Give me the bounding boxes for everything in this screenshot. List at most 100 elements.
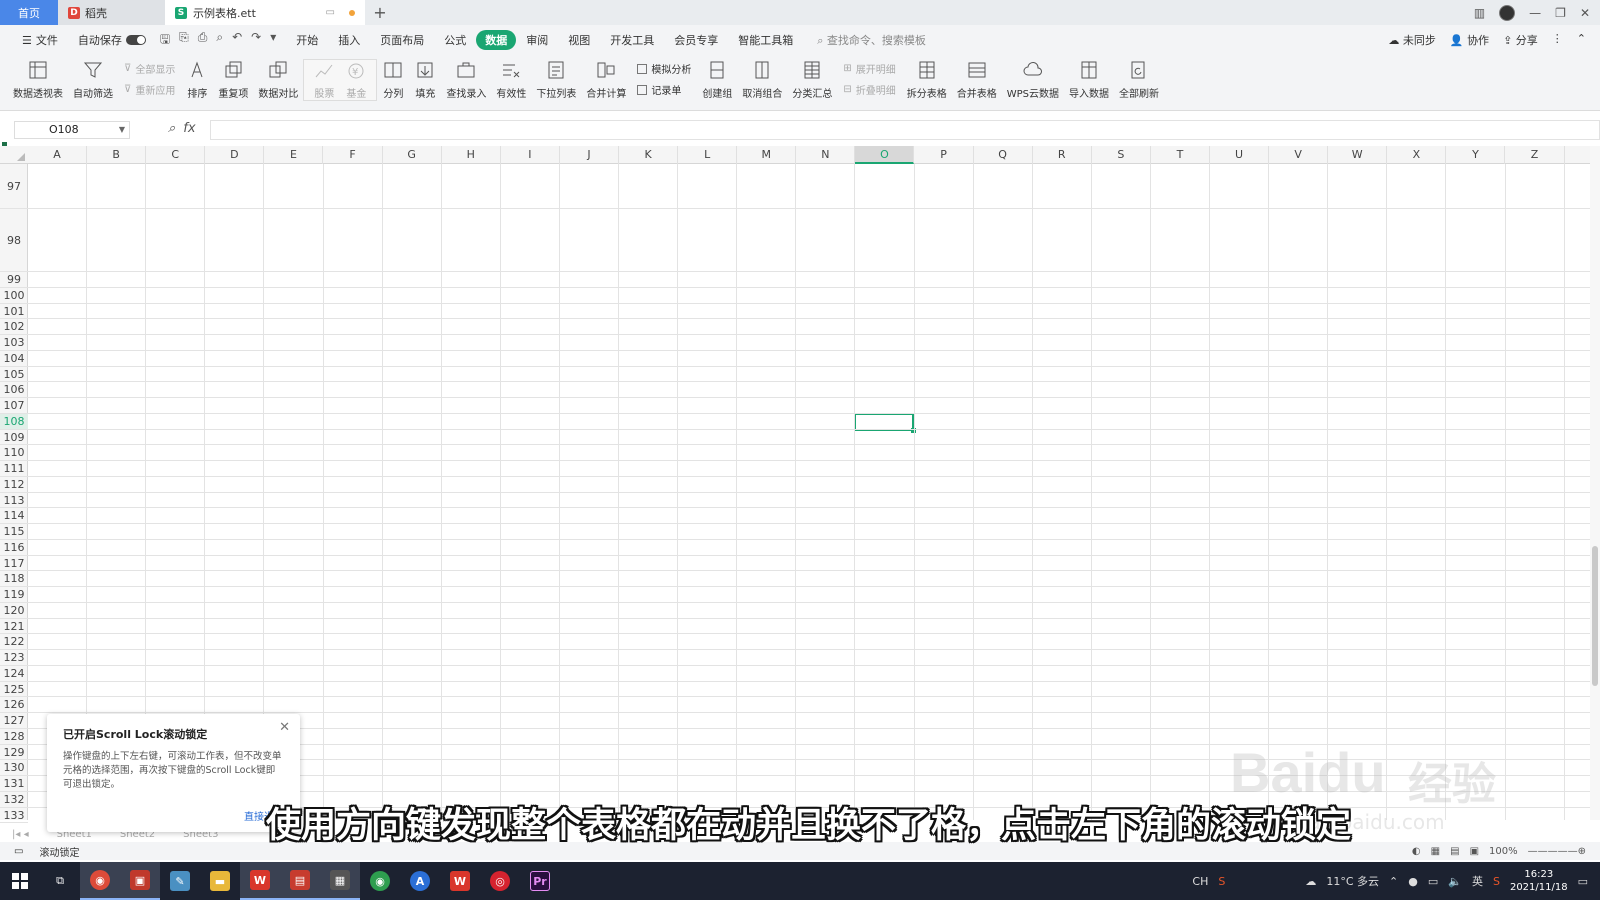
network-icon[interactable]: ▭ [1428, 875, 1438, 888]
close-icon[interactable]: ✕ [1580, 6, 1590, 20]
menu-start[interactable]: 开始 [286, 32, 328, 48]
sync-button[interactable]: ☁ 未同步 [1388, 32, 1436, 48]
expand-detail-button[interactable]: ⊞ 展开明细 [843, 61, 895, 76]
preview-icon[interactable]: ⌕ [216, 30, 223, 51]
row-header-132[interactable]: 132 [0, 792, 28, 808]
export-icon[interactable]: ⎘ [179, 30, 189, 51]
weather-text[interactable]: 11°C 多云 [1326, 873, 1379, 889]
share-button[interactable]: ⇪ 分享 [1503, 32, 1538, 48]
chevron-down-icon[interactable]: ▾ [270, 30, 276, 51]
row-header-98[interactable]: 98 [0, 209, 28, 272]
save-icon[interactable]: 🖫 [160, 30, 170, 51]
volume-icon[interactable]: 🔈 [1448, 875, 1462, 888]
fill-button[interactable]: 填充 [409, 59, 441, 100]
row-header-115[interactable]: 115 [0, 524, 28, 540]
row-header-103[interactable]: 103 [0, 335, 28, 351]
row-header-123[interactable]: 123 [0, 650, 28, 666]
duplicates-button[interactable]: 重复项 [213, 59, 253, 100]
row-header-133[interactable]: 133 [0, 808, 28, 824]
row-header-122[interactable]: 122 [0, 634, 28, 650]
redo-icon[interactable]: ↷ [251, 30, 261, 51]
lang-indicator[interactable]: CH [1192, 875, 1208, 888]
column-header-v[interactable]: V [1269, 146, 1329, 164]
row-header-125[interactable]: 125 [0, 682, 28, 698]
monitor-icon[interactable]: ▭ [326, 7, 335, 18]
column-header-i[interactable]: I [501, 146, 560, 164]
row-header-113[interactable]: 113 [0, 493, 28, 509]
taskbar-explorer[interactable]: ▬ [200, 862, 240, 900]
collapse-ribbon-icon[interactable]: ⌃ [1577, 32, 1586, 48]
autosave-toggle[interactable]: 自动保存 [68, 32, 156, 48]
page-break-icon[interactable]: ▣ [1470, 846, 1479, 857]
tray-app-icon[interactable]: ● [1408, 875, 1418, 888]
pivot-table-button[interactable]: 数据透视表 [8, 59, 68, 100]
row-header-129[interactable]: 129 [0, 745, 28, 761]
row-header-128[interactable]: 128 [0, 729, 28, 745]
print-icon[interactable]: ⎙ [198, 30, 208, 51]
close-icon[interactable]: ✕ [279, 720, 290, 735]
restore-icon[interactable]: ❐ [1555, 6, 1566, 20]
column-header-j[interactable]: J [560, 146, 619, 164]
taskbar-premiere[interactable]: Pr [520, 862, 560, 900]
taskbar-chrome[interactable]: ◉ [80, 862, 120, 900]
task-view-button[interactable]: ⧉ [40, 862, 80, 900]
collab-button[interactable]: 👤 协作 [1450, 32, 1489, 48]
chevron-up-icon[interactable]: ⌃ [1389, 875, 1398, 888]
row-header-126[interactable]: 126 [0, 697, 28, 713]
column-header-n[interactable]: N [796, 146, 856, 164]
column-header-h[interactable]: H [442, 146, 501, 164]
tab-nav-icon[interactable]: |◂ ◂ [12, 829, 29, 840]
column-header-p[interactable]: P [915, 146, 974, 164]
row-header-105[interactable]: 105 [0, 367, 28, 383]
column-header-c[interactable]: C [146, 146, 206, 164]
reapply-button[interactable]: ⊽ 重新应用 [124, 82, 175, 97]
taskbar-notes[interactable]: ✎ [160, 862, 200, 900]
taskbar-app-a[interactable]: A [400, 862, 440, 900]
ungroup-button[interactable]: 取消组合 [737, 59, 787, 100]
taskbar-chrome-2[interactable]: ◉ [360, 862, 400, 900]
row-header-102[interactable]: 102 [0, 319, 28, 335]
tab-file[interactable]: S 示例表格.ett ▭ [165, 0, 365, 25]
column-header-r[interactable]: R [1033, 146, 1092, 164]
row-header-116[interactable]: 116 [0, 540, 28, 556]
layout-icon[interactable]: ▥ [1474, 6, 1485, 20]
column-header-q[interactable]: Q [974, 146, 1033, 164]
show-all-button[interactable]: ⊽ 全部显示 [124, 61, 175, 76]
toggle-switch[interactable] [125, 35, 146, 45]
start-button[interactable] [0, 873, 40, 889]
refresh-all-button[interactable]: 全部刷新 [1114, 59, 1164, 100]
row-header-111[interactable]: 111 [0, 461, 28, 477]
taskbar-app-red[interactable]: ▤ [280, 862, 320, 900]
column-header-g[interactable]: G [383, 146, 442, 164]
subtotal-button[interactable]: 分类汇总 [787, 59, 837, 100]
row-header-100[interactable]: 100 [0, 288, 28, 304]
row-header-117[interactable]: 117 [0, 556, 28, 572]
taskbar-wps[interactable]: W [240, 862, 280, 900]
menu-page-layout[interactable]: 页面布局 [370, 32, 434, 48]
chevron-down-icon[interactable]: ▼ [119, 122, 125, 138]
split-column-button[interactable]: 分列 [377, 59, 409, 100]
macro-icon[interactable]: ▭ [14, 846, 23, 857]
file-menu[interactable]: ☰ 文件 [12, 32, 68, 48]
column-header-t[interactable]: T [1151, 146, 1210, 164]
row-header-107[interactable]: 107 [0, 398, 28, 414]
row-header-124[interactable]: 124 [0, 666, 28, 682]
tab-daoke[interactable]: D 稻壳 [58, 0, 165, 25]
column-header-x[interactable]: X [1387, 146, 1447, 164]
column-header-d[interactable]: D [205, 146, 265, 164]
consolidate-button[interactable]: 合并计算 [581, 59, 631, 100]
row-header-114[interactable]: 114 [0, 508, 28, 524]
taskbar-wps-2[interactable]: W [440, 862, 480, 900]
column-header-y[interactable]: Y [1446, 146, 1506, 164]
row-header-109[interactable]: 109 [0, 430, 28, 446]
notification-icon[interactable]: ▭ [1578, 875, 1588, 888]
menu-view[interactable]: 视图 [558, 32, 600, 48]
vertical-scrollbar[interactable] [1590, 146, 1600, 820]
column-header-f[interactable]: F [324, 146, 383, 164]
row-header-121[interactable]: 121 [0, 619, 28, 635]
compare-button[interactable]: 数据对比 [253, 59, 303, 100]
merge-table-button[interactable]: 合并表格 [952, 59, 1002, 100]
new-tab-button[interactable]: + [365, 0, 395, 25]
row-header-119[interactable]: 119 [0, 587, 28, 603]
zoom-search-icon[interactable]: ⌕ [168, 121, 175, 136]
